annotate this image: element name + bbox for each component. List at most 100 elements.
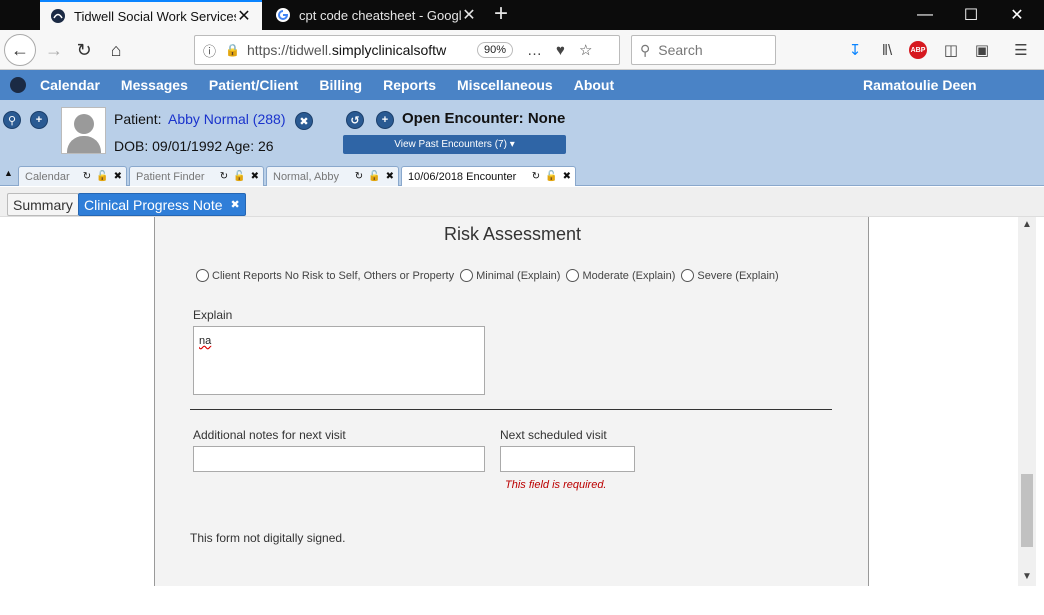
- back-arrow-icon[interactable]: ←: [4, 34, 36, 66]
- radio-minimal[interactable]: [460, 269, 474, 282]
- browser-tab-title: Tidwell Social Work Services an: [74, 8, 236, 24]
- radio-label: Severe (Explain): [697, 269, 779, 282]
- scrollbar-thumb[interactable]: [1021, 474, 1033, 547]
- open-encounter-status: Open Encounter: None: [402, 110, 566, 127]
- maximize-window-icon[interactable]: ☐: [948, 0, 994, 30]
- lock-icon: 🔒: [225, 43, 240, 57]
- scroll-down-icon[interactable]: ▼: [1022, 571, 1032, 582]
- unlock-icon[interactable]: 🔓: [96, 171, 108, 182]
- url-text[interactable]: https://tidwell.simplyclinicalsoftw: [247, 42, 467, 58]
- browser-tab-google-sheets[interactable]: cpt code cheatsheet - Google S ✕: [265, 0, 487, 30]
- refresh-icon[interactable]: ↻: [532, 171, 540, 182]
- frame-tab-calendar[interactable]: Calendar ↻ 🔓 ✖: [18, 166, 127, 186]
- encounter-history-icon[interactable]: ↺: [346, 111, 364, 129]
- patient-header: ⚲ + Patient: Abby Normal (288) ✖ DOB: 09…: [0, 100, 1044, 165]
- add-patient-icon[interactable]: +: [30, 111, 48, 129]
- close-tab-icon[interactable]: ✕: [236, 6, 252, 26]
- explain-label: Explain: [193, 308, 233, 322]
- radio-moderate[interactable]: [566, 269, 580, 282]
- google-favicon-icon: [276, 8, 290, 22]
- reload-icon[interactable]: ↻: [70, 36, 98, 64]
- close-icon[interactable]: ✖: [563, 171, 571, 182]
- close-tab-icon[interactable]: ✕: [461, 5, 477, 25]
- info-icon[interactable]: ⓘ: [203, 41, 221, 60]
- home-icon[interactable]: ⌂: [102, 36, 130, 64]
- refresh-icon[interactable]: ↻: [355, 171, 363, 182]
- menu-miscellaneous[interactable]: Miscellaneous: [457, 77, 553, 93]
- close-icon[interactable]: ✖: [114, 171, 122, 182]
- menu-about[interactable]: About: [574, 77, 614, 93]
- close-window-icon[interactable]: ✕: [994, 0, 1040, 30]
- patient-label: Patient:: [114, 111, 162, 127]
- signature-status: This form not digitally signed.: [190, 531, 346, 545]
- new-tab-button[interactable]: +: [494, 2, 508, 26]
- app-favicon-icon: [51, 9, 65, 23]
- frame-tab-encounter[interactable]: 10/06/2018 Encounter ↻ 🔓 ✖: [401, 166, 576, 186]
- scroll-up-icon[interactable]: ▲: [1022, 219, 1032, 230]
- radio-label: Client Reports No Risk to Self, Others o…: [212, 269, 455, 282]
- radio-no-risk[interactable]: [196, 269, 209, 282]
- adblock-icon[interactable]: ABP: [909, 41, 927, 59]
- current-user-name[interactable]: Ramatoulie Deen: [863, 77, 977, 93]
- patient-avatar: [61, 107, 106, 154]
- browser-tab-title: cpt code cheatsheet - Google S: [299, 7, 461, 23]
- menu-reports[interactable]: Reports: [383, 77, 436, 93]
- menu-patient-client[interactable]: Patient/Client: [209, 77, 298, 93]
- additional-notes-input[interactable]: [193, 446, 485, 472]
- bookmark-star-icon[interactable]: ☆: [579, 41, 592, 59]
- browser-tab-strip: Tidwell Social Work Services an ✕ cpt co…: [0, 0, 1044, 30]
- radio-label: Moderate (Explain): [582, 269, 676, 282]
- main-content: Risk Assessment Client Reports No Risk t…: [0, 217, 1044, 615]
- page-actions-icon[interactable]: …: [527, 42, 542, 59]
- download-icon[interactable]: ↧: [844, 40, 866, 60]
- required-error-message: This field is required.: [505, 479, 607, 491]
- close-icon[interactable]: ✖: [231, 198, 240, 211]
- next-visit-input[interactable]: [500, 446, 635, 472]
- additional-notes-label: Additional notes for next visit: [193, 428, 346, 442]
- search-input[interactable]: ⚲ Search: [631, 35, 776, 65]
- frame-tab-patient-finder[interactable]: Patient Finder ↻ 🔓 ✖: [129, 166, 264, 186]
- search-placeholder: Search: [658, 42, 703, 58]
- library-icon[interactable]: ‖\: [876, 40, 898, 60]
- close-icon[interactable]: ✖: [386, 171, 394, 182]
- sidebar-icon[interactable]: ◫: [940, 40, 962, 60]
- menu-messages[interactable]: Messages: [121, 77, 188, 93]
- zoom-level[interactable]: 90%: [477, 42, 514, 58]
- unlock-icon[interactable]: 🔓: [368, 171, 380, 182]
- forward-arrow-icon[interactable]: →: [40, 36, 68, 64]
- unlock-icon[interactable]: 🔓: [233, 171, 245, 182]
- address-bar[interactable]: ⓘ 🔒 https://tidwell.simplyclinicalsoftw …: [194, 35, 620, 65]
- pocket-icon[interactable]: ♥: [556, 42, 565, 59]
- vertical-scrollbar[interactable]: ▲ ▼: [1018, 217, 1036, 586]
- clear-patient-icon[interactable]: ✖: [295, 112, 313, 130]
- hamburger-menu-icon[interactable]: ☰: [1010, 40, 1032, 60]
- patient-dob-age: DOB: 09/01/1992 Age: 26: [114, 138, 274, 154]
- radio-severe[interactable]: [681, 269, 695, 282]
- section-title: Risk Assessment: [443, 224, 582, 244]
- unlock-icon[interactable]: 🔓: [545, 171, 557, 182]
- add-encounter-icon[interactable]: +: [376, 111, 394, 129]
- frame-tab-normal-abby[interactable]: Normal, Abby ↻ 🔓 ✖: [266, 166, 399, 186]
- patient-name-link[interactable]: Abby Normal (288): [168, 111, 286, 127]
- search-icon: ⚲: [640, 41, 651, 58]
- browser-toolbar: ← → ↻ ⌂ ⓘ 🔒 https://tidwell.simplyclinic…: [0, 30, 1044, 70]
- refresh-icon[interactable]: ↻: [83, 171, 91, 182]
- tab-clinical-progress-note[interactable]: Clinical Progress Note ✖: [78, 193, 246, 216]
- search-patient-icon[interactable]: ⚲: [3, 111, 21, 129]
- menu-billing[interactable]: Billing: [319, 77, 362, 93]
- tab-summary[interactable]: Summary: [7, 193, 79, 216]
- refresh-icon[interactable]: ↻: [220, 171, 228, 182]
- app-logo-icon: [10, 77, 26, 93]
- view-past-encounters-button[interactable]: View Past Encounters (7) ▾: [343, 135, 566, 154]
- next-visit-label: Next scheduled visit: [500, 428, 607, 442]
- menu-calendar[interactable]: Calendar: [40, 77, 100, 93]
- sub-tab-bar: Summary Clinical Progress Note ✖: [0, 187, 1044, 217]
- close-icon[interactable]: ✖: [251, 171, 259, 182]
- frame-tab-bar: ▲ Calendar ↻ 🔓 ✖ Patient Finder ↻ 🔓 ✖ Normal…: [0, 165, 1044, 186]
- minimize-window-icon[interactable]: —: [902, 0, 948, 30]
- browser-tab-tidwell[interactable]: Tidwell Social Work Services an ✕: [40, 0, 262, 30]
- explain-textarea[interactable]: na: [193, 326, 485, 395]
- collapse-arrow-icon[interactable]: ▲: [4, 168, 13, 178]
- radio-label: Minimal (Explain): [476, 269, 561, 282]
- screenshot-icon[interactable]: ▣: [971, 40, 993, 60]
